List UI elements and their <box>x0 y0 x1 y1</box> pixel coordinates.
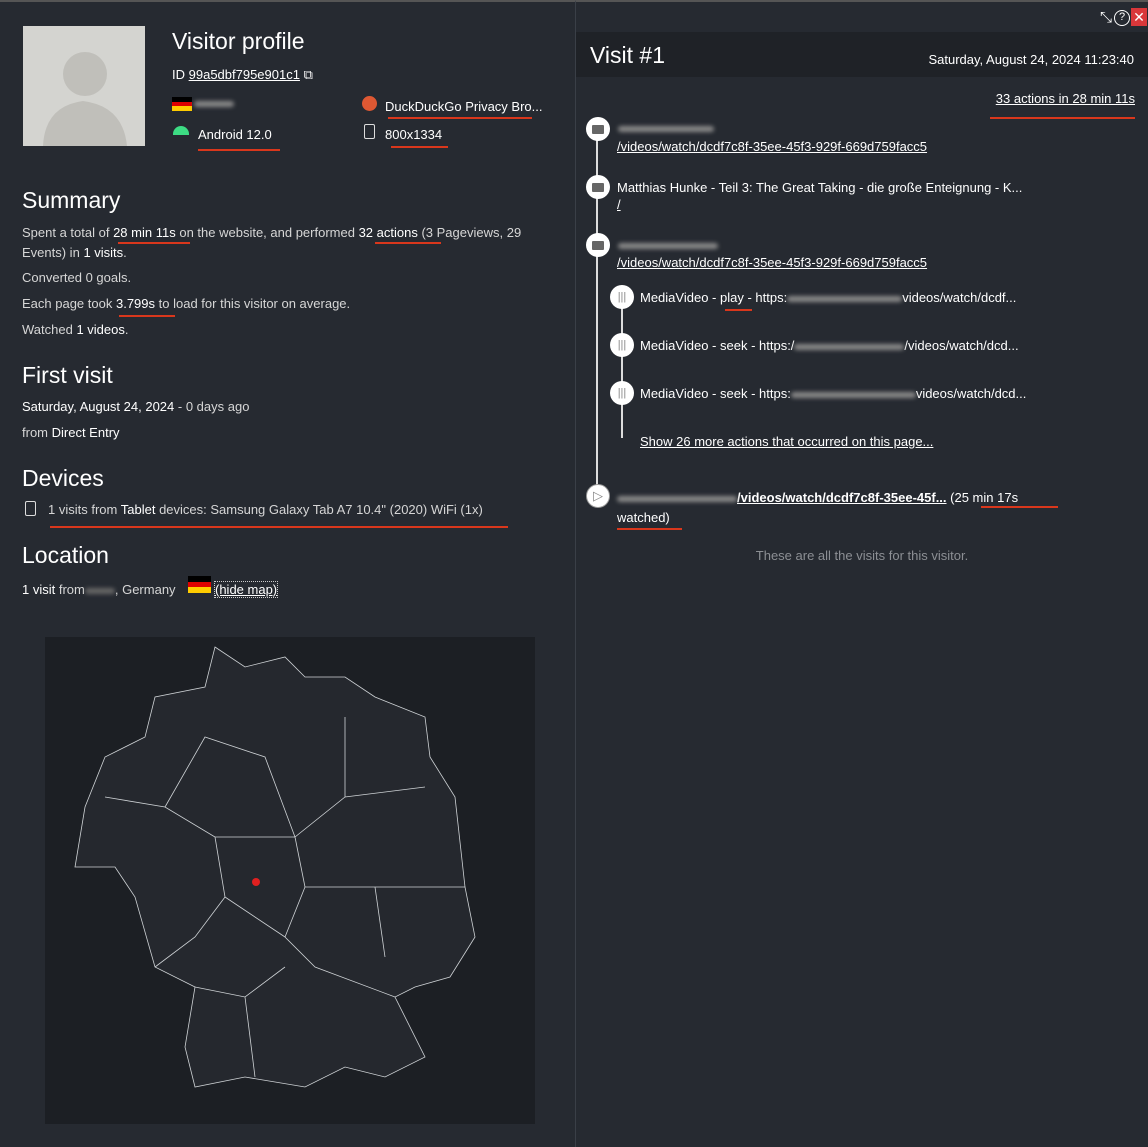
action-url-link[interactable]: /videos/watch/dcdf7c8f-35ee-45f3-929f-66… <box>617 255 927 270</box>
action-url-link[interactable]: / <box>617 197 621 212</box>
germany-flag-icon <box>188 576 211 593</box>
redacted-city <box>194 101 234 107</box>
devices-text: 1 visits from Tablet devices: Samsung Ga… <box>48 502 483 517</box>
summary-heading: Summary <box>22 187 121 213</box>
media-event-icon: ||| <box>610 285 634 309</box>
media-event-icon: ||| <box>610 381 634 405</box>
folder-icon <box>586 175 610 199</box>
summary-text: Spent a total of 28 min 11s on the websi… <box>22 225 522 260</box>
visit-title: Visit #1 <box>590 42 666 68</box>
location-heading: Location <box>22 542 109 568</box>
media-event-icon: ||| <box>610 333 634 357</box>
location-text: 1 visit from, Germany <box>22 582 176 597</box>
resolution: 800x1334 <box>385 127 443 142</box>
minimize-icon[interactable]: ⤡ <box>1100 9 1112 26</box>
hide-map-link[interactable]: (hide map) <box>213 581 279 598</box>
end-of-visits-note: These are all the visits for this visito… <box>755 548 969 563</box>
show-more-actions-link[interactable]: Show 26 more actions that occurred on th… <box>640 434 933 449</box>
folder-icon <box>586 117 610 141</box>
device-icon <box>364 124 375 139</box>
goals-text: Converted 0 goals. <box>22 270 132 285</box>
watched-text: Watched 1 videos. <box>22 322 129 337</box>
visitor-id-link[interactable]: 99a5dbf795e901c1 <box>189 67 300 82</box>
video-action: /videos/watch/dcdf7c8f-35ee-45f... (25 m… <box>617 490 1018 505</box>
action-title: Matthias Hunke - Teil 3: The Great Takin… <box>617 180 1023 195</box>
id-label: ID <box>172 67 185 82</box>
play-icon: ▷ <box>586 484 610 508</box>
event-item: MediaVideo - seek - https: videos/watch/d… <box>640 386 1027 401</box>
germany-outline <box>74 646 476 1088</box>
first-visit-heading: First visit <box>22 362 113 388</box>
visit-header: Visit #1 Saturday, August 24, 2024 11:23… <box>576 32 1148 77</box>
visit-datetime: Saturday, August 24, 2024 11:23:40 <box>928 52 1134 67</box>
redacted-title <box>618 243 718 249</box>
external-link-icon[interactable]: ⧉ <box>304 67 313 82</box>
referrer: from Direct Entry <box>22 425 120 440</box>
page-title: Visitor profile <box>172 28 305 54</box>
redacted-title <box>618 126 714 132</box>
help-icon[interactable]: ? <box>1114 10 1130 26</box>
android-icon <box>173 126 189 135</box>
visitor-profile-panel: Visitor profile ID 99a5dbf795e901c1 ⧉ An… <box>0 0 576 1147</box>
event-item: MediaVideo - seek - https://videos/watch… <box>640 338 1019 353</box>
os-name: Android 12.0 <box>198 127 272 142</box>
visit-panel: ⤡ ? ✕ Visit #1 Saturday, August 24, 2024… <box>576 0 1148 1147</box>
visit-actions-summary[interactable]: 33 actions in 28 min 11s <box>996 91 1135 106</box>
event-timeline-line <box>621 302 623 438</box>
folder-icon <box>586 233 610 257</box>
close-icon[interactable]: ✕ <box>1131 8 1147 26</box>
load-time-text: Each page took 3.799s to load for this v… <box>22 296 351 311</box>
tablet-icon <box>25 501 36 516</box>
watched-label: watched) <box>617 510 670 525</box>
location-map[interactable] <box>45 637 535 1124</box>
event-item: MediaVideo - play - https: videos/watch/d… <box>640 290 1017 305</box>
duckduckgo-icon <box>362 96 377 111</box>
first-visit-date: Saturday, August 24, 2024 - 0 days ago <box>22 399 250 414</box>
action-url-link[interactable]: /videos/watch/dcdf7c8f-35ee-45f3-929f-66… <box>617 139 927 154</box>
germany-flag-icon <box>172 97 192 111</box>
browser-name: DuckDuckGo Privacy Bro... <box>385 99 543 114</box>
devices-heading: Devices <box>22 465 104 491</box>
video-url-link[interactable]: /videos/watch/dcdf7c8f-35ee-45f... <box>737 490 947 505</box>
avatar <box>23 26 145 146</box>
visit-location-marker <box>252 878 260 886</box>
